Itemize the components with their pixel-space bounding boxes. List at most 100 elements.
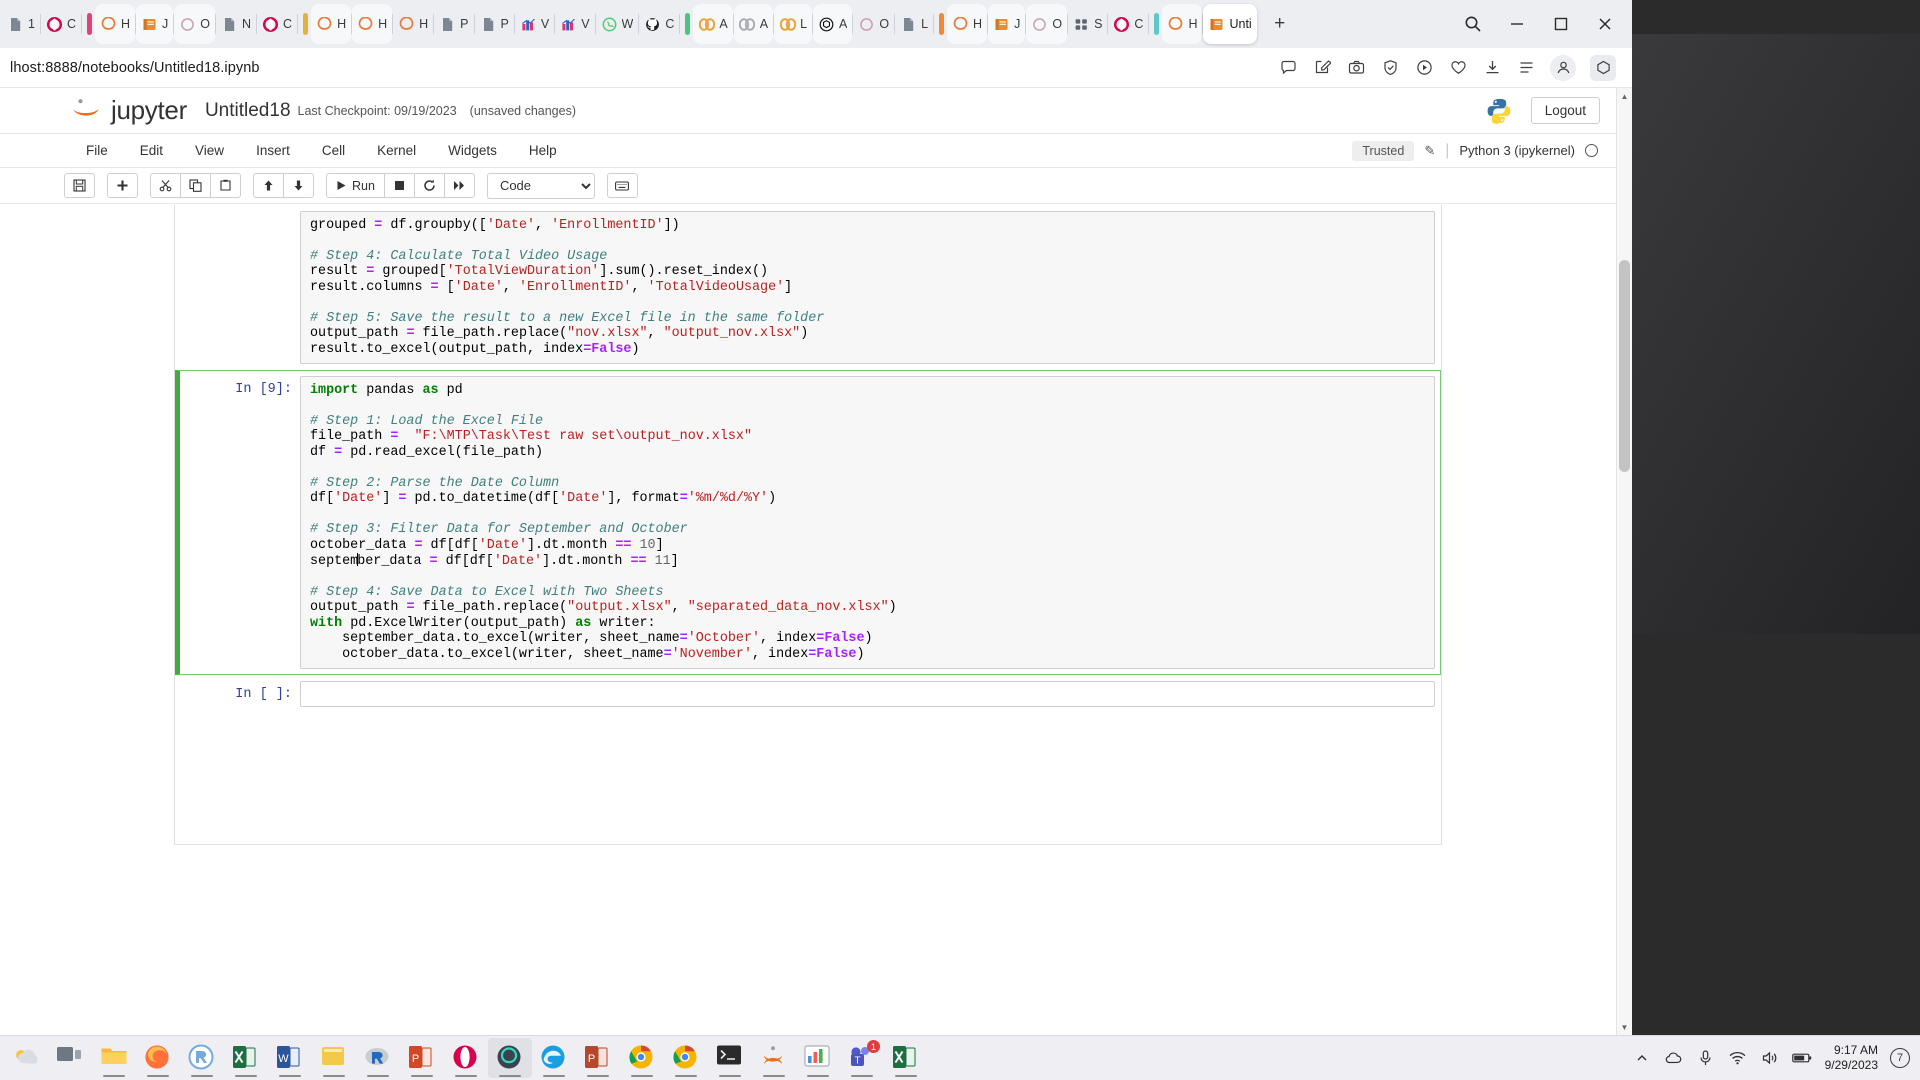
menu-kernel[interactable]: Kernel bbox=[361, 137, 432, 164]
taskbar-edge[interactable] bbox=[532, 1038, 576, 1078]
browser-tab[interactable]: H bbox=[393, 4, 433, 44]
download-icon[interactable] bbox=[1482, 58, 1502, 78]
notebook-cell[interactable]: In [9]: import pandas as pd # Step 1: Loa… bbox=[175, 370, 1441, 676]
scissors-icon[interactable] bbox=[150, 173, 181, 198]
menu-insert[interactable]: Insert bbox=[240, 137, 306, 164]
cell-input-area[interactable]: import pandas as pd # Step 1: Load the E… bbox=[300, 376, 1435, 670]
taskbar-charts-app[interactable] bbox=[796, 1038, 840, 1078]
browser-tab[interactable]: P bbox=[434, 4, 473, 44]
taskbar-weather-widget[interactable] bbox=[4, 1038, 48, 1078]
browser-tab[interactable]: H bbox=[1162, 4, 1203, 44]
restart-icon[interactable] bbox=[413, 173, 445, 198]
scroll-down-arrow[interactable]: ▼ bbox=[1617, 1019, 1632, 1035]
taskbar-excel[interactable] bbox=[224, 1038, 268, 1078]
taskbar-opera[interactable] bbox=[444, 1038, 488, 1078]
taskbar-firefox[interactable] bbox=[136, 1038, 180, 1078]
notebook-cell[interactable]: grouped = df.groupby(['Date', 'Enrollmen… bbox=[175, 205, 1441, 370]
list-icon[interactable] bbox=[1516, 58, 1536, 78]
notebook-body[interactable]: grouped = df.groupby(['Date', 'Enrollmen… bbox=[0, 205, 1616, 1035]
tab-group-indicator[interactable] bbox=[939, 13, 945, 35]
arrow-up-icon[interactable] bbox=[253, 173, 284, 198]
browser-tab[interactable]: J bbox=[136, 4, 174, 44]
jupyter-logo[interactable]: jupyter bbox=[70, 95, 187, 126]
player-icon[interactable] bbox=[1414, 58, 1434, 78]
maximize-button[interactable] bbox=[1540, 4, 1582, 44]
run-button[interactable]: Run bbox=[326, 173, 385, 198]
logout-button[interactable]: Logout bbox=[1530, 97, 1600, 124]
cloud-icon[interactable] bbox=[1659, 1039, 1689, 1077]
stop-icon[interactable] bbox=[383, 173, 415, 198]
fast-forward-icon[interactable] bbox=[443, 173, 475, 198]
notebook-cell[interactable]: In [ ]: bbox=[175, 675, 1441, 713]
menu-help[interactable]: Help bbox=[513, 137, 573, 164]
taskbar-chrome-2[interactable] bbox=[664, 1038, 708, 1078]
browser-tab[interactable]: A bbox=[693, 4, 733, 44]
arrow-down-icon[interactable] bbox=[283, 173, 314, 198]
cell-type-select[interactable]: Code bbox=[486, 172, 595, 199]
browser-tab[interactable]: H bbox=[94, 4, 136, 44]
browser-tab[interactable]: L bbox=[774, 4, 813, 44]
browser-tab[interactable]: A bbox=[733, 4, 774, 44]
tab-group-indicator[interactable] bbox=[1154, 13, 1160, 35]
volume-icon[interactable] bbox=[1755, 1039, 1785, 1077]
taskbar-file-explorer[interactable] bbox=[92, 1038, 136, 1078]
minimize-button[interactable] bbox=[1496, 4, 1538, 44]
page-scrollbar[interactable]: ▲ ▼ bbox=[1616, 88, 1632, 1035]
menu-cell[interactable]: Cell bbox=[306, 137, 361, 164]
taskbar-terminal[interactable] bbox=[708, 1038, 752, 1078]
taskbar-powerpoint[interactable]: P bbox=[400, 1038, 444, 1078]
taskbar-word[interactable]: W bbox=[268, 1038, 312, 1078]
browser-tab[interactable]: C bbox=[41, 4, 81, 44]
close-button[interactable] bbox=[1584, 4, 1626, 44]
mic-icon[interactable] bbox=[1691, 1039, 1721, 1077]
browser-tab[interactable]: V bbox=[515, 4, 554, 44]
wifi-icon[interactable] bbox=[1723, 1039, 1753, 1077]
menu-file[interactable]: File bbox=[70, 137, 124, 164]
browser-tab[interactable]: N bbox=[216, 4, 256, 44]
taskbar-task-view[interactable] bbox=[48, 1038, 92, 1078]
browser-tab[interactable]: A bbox=[813, 4, 853, 44]
menu-view[interactable]: View bbox=[179, 137, 240, 164]
notebook-title[interactable]: Untitled18 bbox=[205, 100, 291, 122]
tab-group-indicator[interactable] bbox=[303, 13, 309, 35]
browser-tab[interactable]: W bbox=[596, 4, 639, 44]
taskbar-jupyter-app[interactable] bbox=[752, 1038, 796, 1078]
taskbar-powerpoint-2[interactable]: P bbox=[576, 1038, 620, 1078]
browser-tab[interactable]: O bbox=[1026, 4, 1068, 44]
menu-edit[interactable]: Edit bbox=[124, 137, 179, 164]
browser-tab[interactable]: H bbox=[352, 4, 393, 44]
shield-icon[interactable] bbox=[1380, 58, 1400, 78]
chevron-up-icon[interactable] bbox=[1627, 1039, 1657, 1077]
browser-tab[interactable]: J bbox=[988, 4, 1026, 44]
paste-icon[interactable] bbox=[210, 173, 241, 198]
comment-icon[interactable] bbox=[1278, 58, 1298, 78]
taskbar-chrome[interactable] bbox=[620, 1038, 664, 1078]
taskbar-excel-2[interactable] bbox=[884, 1038, 928, 1078]
workspace-icon[interactable] bbox=[1590, 54, 1616, 81]
new-tab-button[interactable]: + bbox=[1263, 7, 1297, 41]
menu-widgets[interactable]: Widgets bbox=[432, 137, 513, 164]
notification-count-badge[interactable]: 7 bbox=[1890, 1048, 1910, 1068]
search-icon[interactable] bbox=[1452, 4, 1494, 44]
taskbar-teams[interactable]: T1 bbox=[840, 1038, 884, 1078]
plus-icon[interactable] bbox=[107, 173, 138, 198]
edit-page-icon[interactable] bbox=[1312, 58, 1332, 78]
taskbar-rstudio[interactable] bbox=[180, 1038, 224, 1078]
tab-group-indicator[interactable] bbox=[685, 13, 691, 35]
cell-source[interactable]: grouped = df.groupby(['Date', 'Enrollmen… bbox=[310, 218, 1429, 357]
heart-icon[interactable] bbox=[1448, 58, 1468, 78]
browser-tab[interactable]: C bbox=[639, 4, 679, 44]
keyboard-icon[interactable] bbox=[606, 173, 638, 198]
battery-icon[interactable] bbox=[1787, 1039, 1817, 1077]
tab-group-indicator[interactable] bbox=[86, 13, 92, 35]
scroll-up-arrow[interactable]: ▲ bbox=[1617, 88, 1632, 104]
snapshot-icon[interactable] bbox=[1346, 58, 1366, 78]
taskbar-r-console[interactable] bbox=[356, 1038, 400, 1078]
browser-tab[interactable]: V bbox=[555, 4, 594, 44]
browser-tab-active[interactable]: Unti bbox=[1203, 4, 1257, 44]
taskbar-clock[interactable]: 9:17 AM 9/29/2023 bbox=[1819, 1043, 1888, 1073]
cell-source[interactable]: import pandas as pd # Step 1: Load the E… bbox=[310, 383, 1429, 662]
browser-tab[interactable]: L bbox=[895, 4, 933, 44]
browser-tab[interactable]: H bbox=[947, 4, 988, 44]
address-bar[interactable]: lhost:8888/notebooks/Untitled18.ipynb bbox=[0, 48, 1632, 88]
